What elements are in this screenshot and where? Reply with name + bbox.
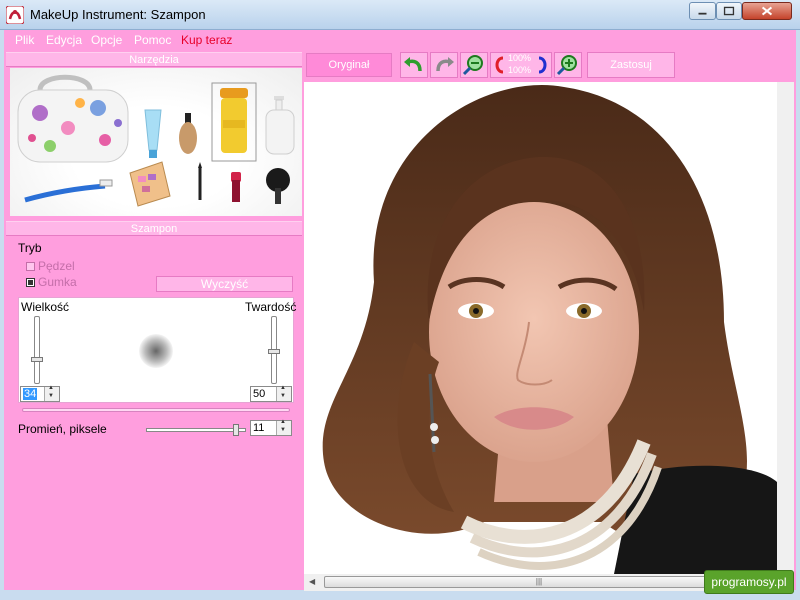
hardness-label: Twardość bbox=[245, 300, 297, 314]
radius-slider-thumb[interactable] bbox=[233, 424, 239, 436]
portrait-image bbox=[322, 85, 777, 574]
window-title: MakeUp Instrument: Szampon bbox=[30, 7, 206, 22]
radius-spinner[interactable]: 11 bbox=[250, 419, 292, 436]
brush-preview bbox=[139, 334, 173, 368]
hardness-spin-arrows[interactable] bbox=[276, 385, 291, 401]
redo-icon bbox=[436, 57, 454, 72]
size-slider-thumb[interactable] bbox=[31, 357, 43, 362]
menu-buy-now[interactable]: Kup teraz bbox=[181, 33, 232, 47]
hardness-slider[interactable] bbox=[268, 316, 280, 384]
redo-button[interactable] bbox=[430, 52, 458, 78]
minimize-icon bbox=[698, 12, 707, 15]
tools-gallery bbox=[10, 68, 302, 216]
undo-button[interactable] bbox=[400, 52, 428, 78]
radius-spin-arrows[interactable] bbox=[276, 419, 291, 435]
shampoo-icon[interactable] bbox=[220, 88, 248, 153]
vertical-scrollbar[interactable] bbox=[777, 82, 794, 574]
apply-button[interactable]: Zastosuj bbox=[587, 52, 675, 78]
separator bbox=[22, 408, 290, 412]
size-spin-arrows[interactable] bbox=[44, 385, 59, 401]
size-label: Wielkość bbox=[21, 300, 70, 314]
original-button[interactable]: Oryginał bbox=[306, 53, 392, 77]
section-header: Szampon bbox=[6, 221, 302, 236]
eyeliner-icon[interactable] bbox=[198, 162, 202, 200]
zoom-bottom-label: 100% bbox=[508, 65, 532, 75]
foundation-bottle-icon[interactable] bbox=[179, 113, 197, 154]
eraser-label: Gumka bbox=[38, 275, 77, 289]
zoom-reset-button[interactable]: 100% 100% bbox=[490, 52, 552, 78]
scroll-left-arrow-icon[interactable]: ◀ bbox=[309, 577, 315, 586]
radius-value[interactable]: 11 bbox=[253, 422, 264, 434]
image-canvas[interactable] bbox=[304, 82, 777, 574]
radius-slider[interactable] bbox=[146, 424, 246, 436]
lipstick-icon[interactable] bbox=[231, 172, 241, 202]
eyeshadow-palette-icon[interactable] bbox=[129, 161, 171, 207]
title-bar: MakeUp Instrument: Szampon bbox=[0, 0, 800, 30]
horizontal-scroll-thumb[interactable]: ||| bbox=[324, 576, 754, 588]
menu-bar: Plik Edycja Opcje Pomoc Kup teraz bbox=[4, 30, 796, 50]
tools-header: Narzędzia bbox=[6, 52, 302, 67]
menu-plik[interactable]: Plik bbox=[15, 33, 34, 47]
zoom-top-label: 100% bbox=[508, 53, 532, 63]
size-value[interactable]: 34 bbox=[23, 388, 38, 400]
makeup-brush-icon[interactable] bbox=[266, 168, 290, 204]
cosmetic-bag-icon[interactable] bbox=[17, 74, 129, 163]
app-icon bbox=[6, 6, 24, 24]
brush-checkbox[interactable] bbox=[26, 262, 35, 271]
hardness-spinner[interactable]: 50 bbox=[250, 385, 292, 402]
menu-pomoc[interactable]: Pomoc bbox=[134, 33, 171, 47]
lotion-bottle-icon[interactable] bbox=[265, 96, 295, 155]
maximize-icon bbox=[723, 6, 735, 16]
hardness-value[interactable]: 50 bbox=[253, 388, 265, 400]
size-slider[interactable] bbox=[31, 316, 43, 384]
minimize-button[interactable] bbox=[689, 2, 716, 20]
hardness-slider-thumb[interactable] bbox=[268, 349, 280, 354]
watermark: programosy.pl bbox=[704, 570, 794, 594]
zoom-in-button[interactable] bbox=[554, 52, 582, 78]
menu-opcje[interactable]: Opcje bbox=[91, 33, 122, 47]
maximize-button[interactable] bbox=[716, 2, 742, 20]
close-button[interactable] bbox=[742, 2, 792, 20]
zoom-out-icon bbox=[462, 55, 483, 76]
brush-label: Pędzel bbox=[38, 259, 75, 273]
clear-button[interactable]: Wyczyść bbox=[156, 276, 293, 292]
size-spinner[interactable]: 34 bbox=[20, 385, 60, 402]
eraser-checkbox[interactable] bbox=[26, 278, 35, 287]
zoom-out-button[interactable] bbox=[460, 52, 488, 78]
toothbrush-icon[interactable] bbox=[24, 179, 113, 203]
cream-tube-icon[interactable] bbox=[144, 109, 162, 158]
brush-settings-box: Wielkość Twardość 34 50 bbox=[18, 297, 297, 403]
radius-label: Promień, piksele bbox=[18, 422, 107, 436]
undo-icon bbox=[404, 57, 422, 72]
close-icon bbox=[761, 6, 773, 16]
menu-edycja[interactable]: Edycja bbox=[46, 33, 82, 47]
zoom-in-icon bbox=[556, 55, 577, 76]
mode-label: Tryb bbox=[18, 241, 42, 255]
